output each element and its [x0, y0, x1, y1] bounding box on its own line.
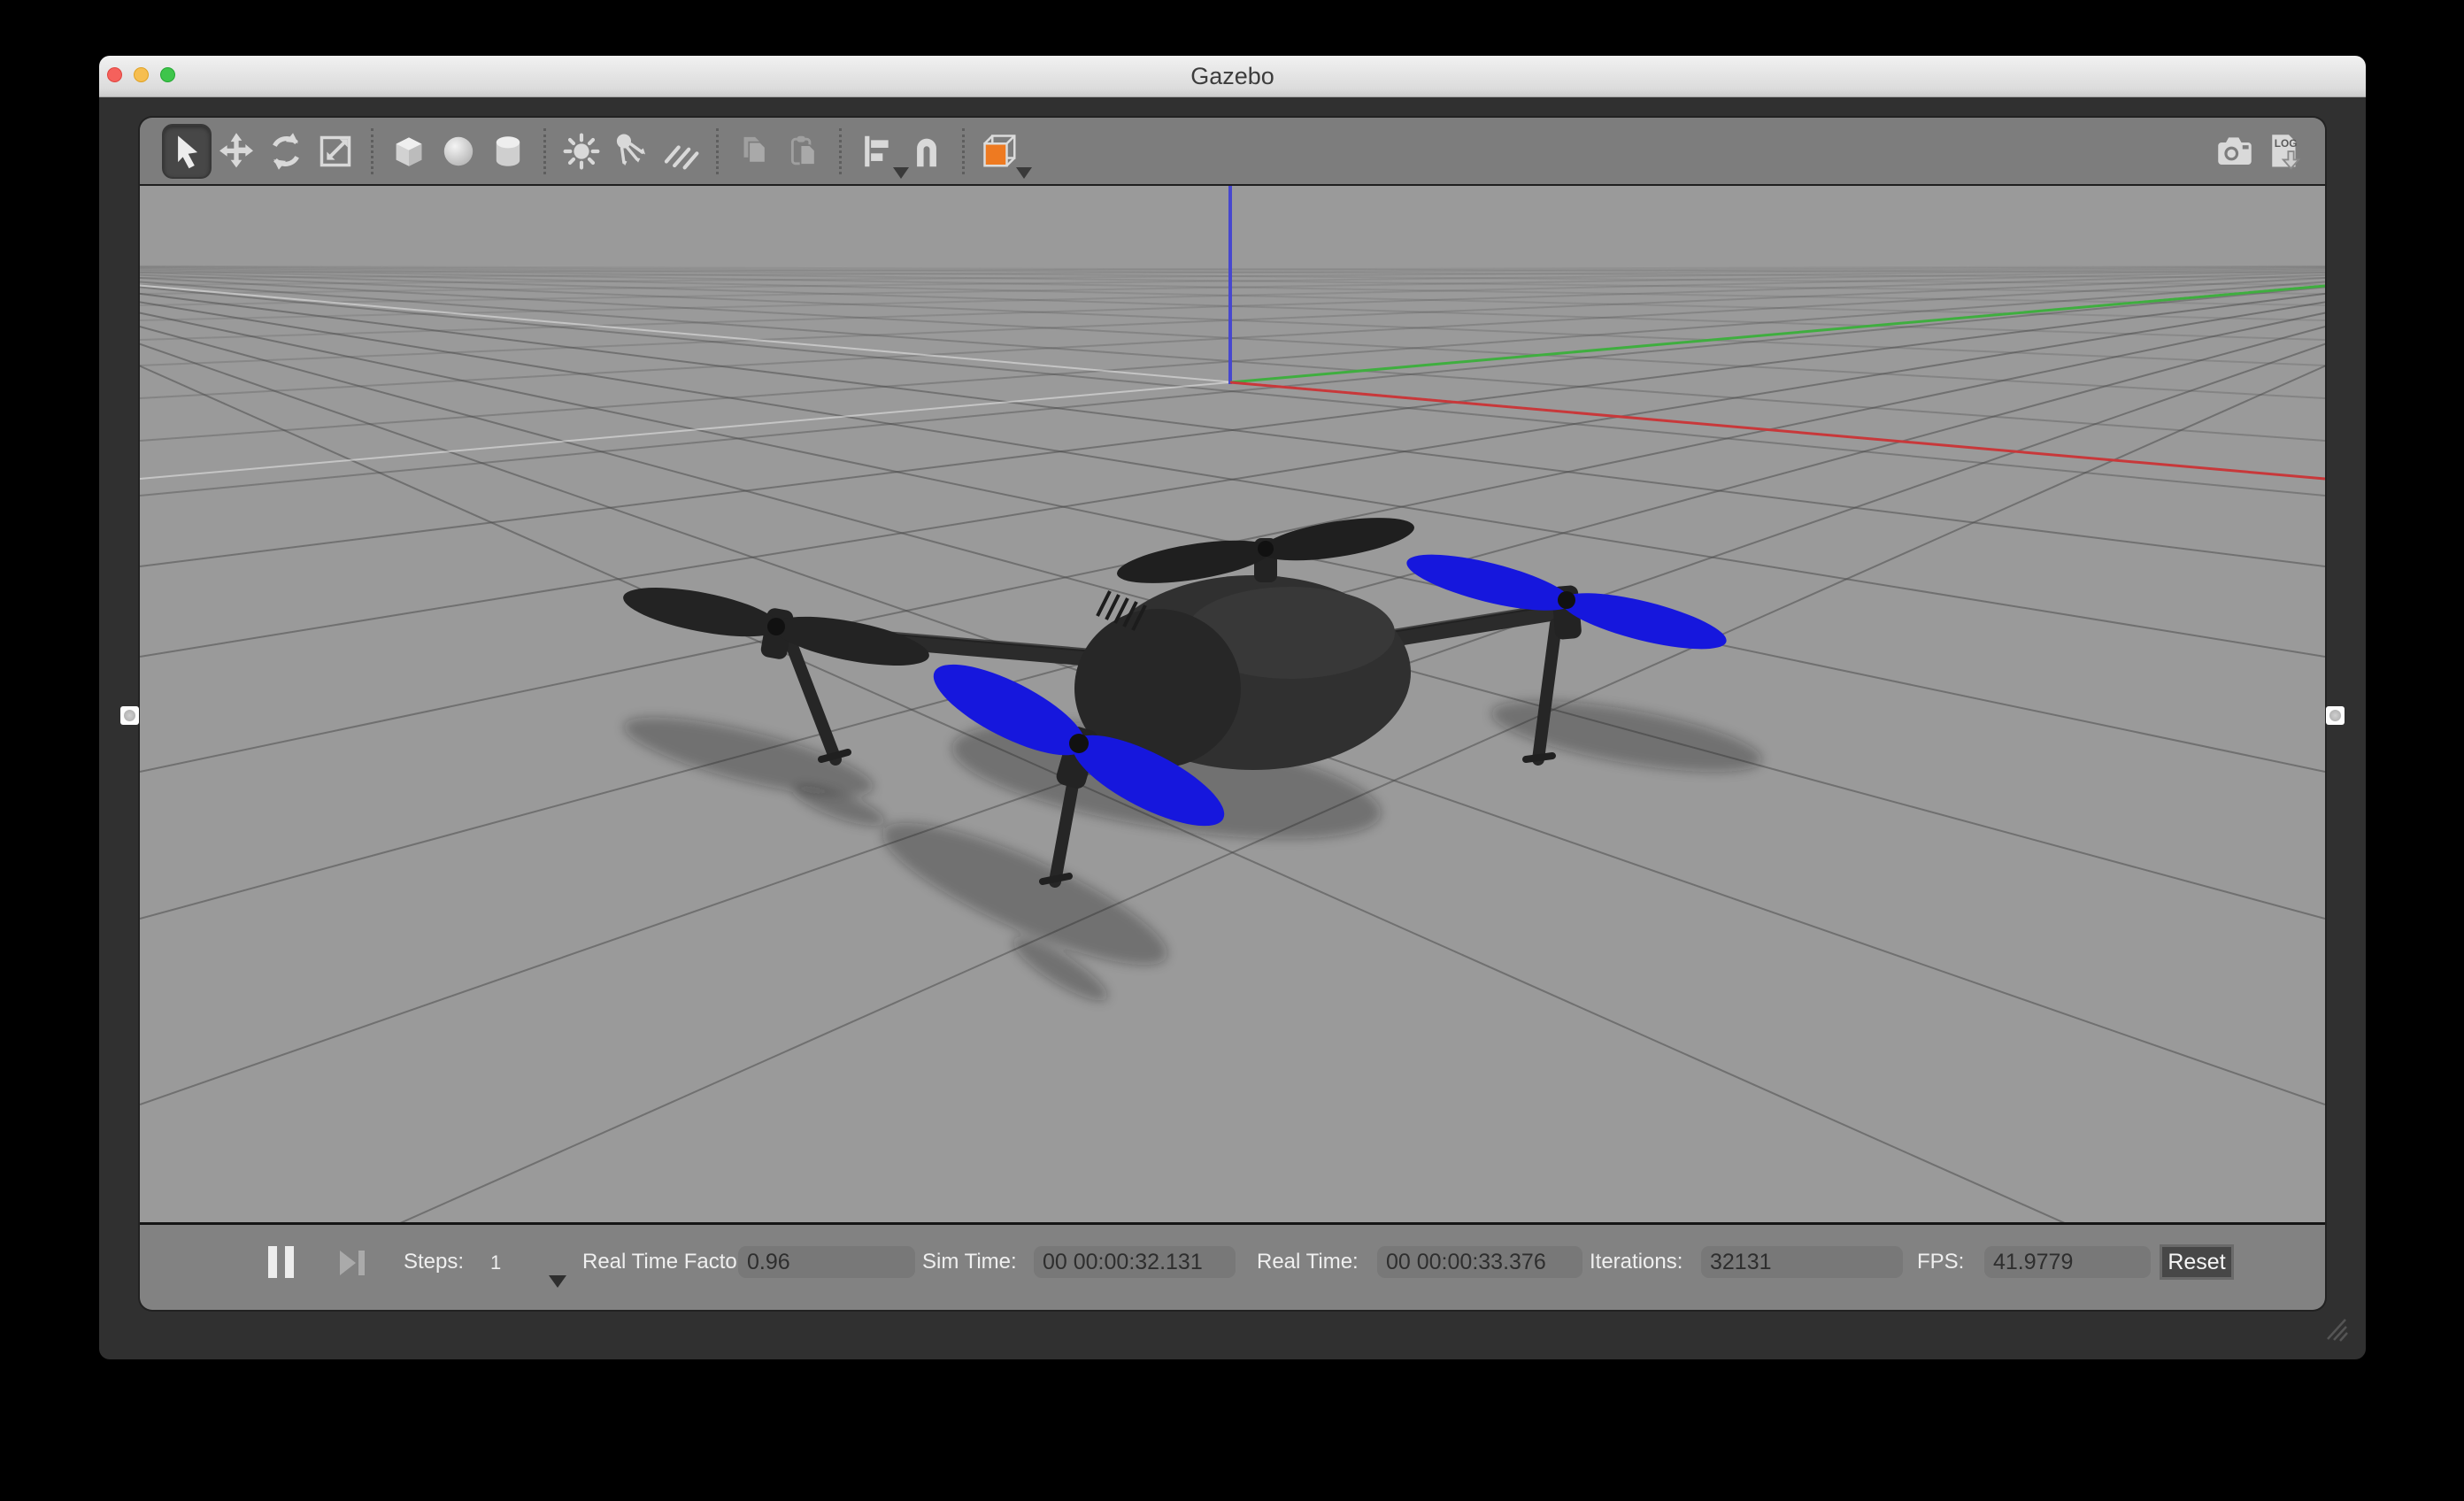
scale-icon — [315, 131, 356, 172]
point-light-icon — [561, 131, 602, 172]
steps-value[interactable]: 1 — [490, 1251, 501, 1274]
point-light-button[interactable] — [557, 124, 606, 179]
iterations-label: Iterations: — [1590, 1250, 1682, 1274]
pause-button[interactable] — [268, 1246, 296, 1278]
directional-light-button[interactable] — [656, 124, 705, 179]
view-angle-dropdown-arrow[interactable] — [1016, 167, 1032, 179]
spot-light-icon — [611, 131, 651, 172]
step-button[interactable] — [336, 1248, 368, 1284]
x-axis-red — [1230, 382, 2325, 479]
fps-field: 41.9779 — [1984, 1246, 2151, 1278]
orange-cube-face — [985, 143, 1007, 165]
insert-box-button[interactable] — [384, 124, 434, 179]
right-panel-splitter-handle[interactable] — [2326, 706, 2345, 725]
view-angle-button[interactable] — [975, 124, 1025, 179]
left-panel-splitter-handle[interactable] — [120, 706, 139, 725]
toolbar-separator — [962, 128, 965, 174]
insert-sphere-button[interactable] — [434, 124, 483, 179]
snap-button[interactable] — [902, 124, 951, 179]
window-title: Gazebo — [99, 56, 2366, 97]
toolbar-separator — [716, 128, 719, 174]
move-icon — [216, 131, 257, 172]
iterations-field: 32131 — [1701, 1246, 1903, 1278]
render-viewport[interactable] — [140, 186, 2325, 1225]
real-time-factor-field: 0.96 — [738, 1246, 915, 1278]
insert-cylinder-button[interactable] — [483, 124, 533, 179]
log-icon: LOG — [2262, 129, 2306, 173]
toolbar-separator — [371, 128, 373, 174]
gazebo-window: Gazebo — [99, 56, 2366, 1359]
cursor-icon — [167, 132, 206, 171]
align-button[interactable] — [852, 124, 902, 179]
step-forward-icon — [336, 1248, 368, 1278]
align-icon — [857, 131, 897, 172]
paste-icon — [783, 131, 824, 172]
copy-icon — [734, 131, 774, 172]
toolbar-separator — [543, 128, 546, 174]
paste-button[interactable] — [779, 124, 828, 179]
statusbar: Steps: 1 Real Time Factor: 0.96 Sim Time… — [140, 1225, 2325, 1310]
real-time-label: Real Time: — [1257, 1250, 1359, 1274]
screenshot-button[interactable] — [2210, 124, 2260, 179]
translate-tool-button[interactable] — [212, 124, 261, 179]
real-time-field: 00 00:00:33.376 — [1377, 1246, 1582, 1278]
app-panel: LOG — [140, 118, 2325, 1310]
toolbar: LOG — [140, 118, 2325, 186]
sphere-icon — [437, 130, 480, 173]
box-icon — [388, 130, 430, 173]
directional-light-icon — [660, 131, 701, 172]
svg-text:LOG: LOG — [2275, 137, 2298, 150]
reset-button[interactable]: Reset — [2160, 1244, 2234, 1280]
rotate-icon — [266, 131, 306, 172]
window-resize-grip[interactable] — [2319, 1312, 2351, 1343]
titlebar[interactable]: Gazebo — [99, 56, 2366, 97]
cylinder-icon — [487, 130, 529, 173]
log-record-button[interactable]: LOG — [2260, 124, 2309, 179]
steps-label: Steps: — [404, 1250, 464, 1274]
steps-dropdown-arrow[interactable] — [549, 1275, 566, 1288]
real-time-factor-label: Real Time Factor: — [582, 1250, 750, 1274]
camera-icon — [2213, 129, 2257, 173]
sim-time-field: 00 00:00:32.131 — [1034, 1246, 1236, 1278]
toolbar-separator — [839, 128, 842, 174]
rotate-tool-button[interactable] — [261, 124, 311, 179]
fps-label: FPS: — [1917, 1250, 1964, 1274]
select-tool-button[interactable] — [162, 124, 212, 179]
scale-tool-button[interactable] — [311, 124, 360, 179]
magnet-icon — [906, 131, 947, 172]
world-axes — [1230, 186, 2325, 479]
spot-light-button[interactable] — [606, 124, 656, 179]
copy-button[interactable] — [729, 124, 779, 179]
sim-time-label: Sim Time: — [922, 1250, 1017, 1274]
